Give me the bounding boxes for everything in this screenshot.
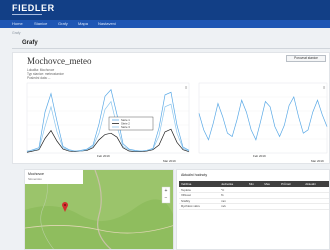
table-title: Aktuální hodnoty bbox=[181, 173, 208, 177]
top-bar: FIEDLER bbox=[0, 0, 330, 20]
nav-item-map[interactable]: Mapa bbox=[78, 21, 88, 27]
table-cell: Rychlost větru bbox=[179, 203, 219, 210]
x-tick-label: Feb 2019 bbox=[97, 154, 110, 158]
x-tick-label: Mar 2019 bbox=[311, 159, 324, 163]
values-table: Veličina Jednotka Min Max Průměr Aktuáln… bbox=[179, 181, 329, 210]
charts-svg: Série 1 Série 2 Série 3 Feb 2019 Mar 201… bbox=[26, 82, 328, 163]
values-table-panel: Aktuální hodnoty Veličina Jednotka Min M… bbox=[176, 169, 330, 250]
table-cell bbox=[279, 203, 304, 210]
nav-item-settings[interactable]: Nastavení bbox=[98, 21, 116, 27]
map-canvas[interactable] bbox=[25, 170, 174, 250]
map-place-subtitle: Slovensko bbox=[28, 177, 42, 181]
zoom-in-button[interactable]: + bbox=[163, 188, 169, 194]
table-cell bbox=[262, 203, 280, 210]
breadcrumb[interactable]: Grafy bbox=[12, 31, 21, 35]
legend-label: Série 3 bbox=[121, 125, 130, 129]
brand-logo[interactable]: FIEDLER bbox=[12, 4, 55, 13]
title-divider bbox=[12, 48, 330, 49]
nav-item-stations[interactable]: Stanice bbox=[34, 21, 47, 27]
main-nav: Home Stanice Grafy Mapa Nastavení bbox=[0, 20, 330, 28]
right-line-chart: Feb 2019 Mar 2019 ≡ bbox=[198, 82, 328, 163]
map-place-title: Mochovce bbox=[28, 172, 44, 176]
table-row: Rychlost větru m/s bbox=[179, 203, 329, 210]
table-cell bbox=[247, 203, 263, 210]
left-line-chart: Série 1 Série 2 Série 3 Feb 2019 Mar 201… bbox=[26, 82, 190, 163]
x-tick-label: Mar 2019 bbox=[163, 159, 176, 163]
table-cell: m/s bbox=[218, 203, 248, 210]
nav-item-home[interactable]: Home bbox=[12, 21, 23, 27]
map-panel[interactable]: Mochovce Slovensko + − bbox=[24, 169, 174, 250]
page-title: Grafy bbox=[22, 40, 38, 46]
table-cell bbox=[303, 203, 329, 210]
logo-underline bbox=[12, 14, 42, 15]
x-tick-label: Feb 2019 bbox=[253, 154, 266, 158]
zoom-out-button[interactable]: − bbox=[163, 195, 169, 201]
nav-item-graphs[interactable]: Grafy bbox=[58, 21, 68, 27]
right-chart-plot-area bbox=[198, 82, 328, 154]
chart-panel: Mochovce_meteo Lokalita: Mochovce Typ st… bbox=[12, 52, 330, 164]
